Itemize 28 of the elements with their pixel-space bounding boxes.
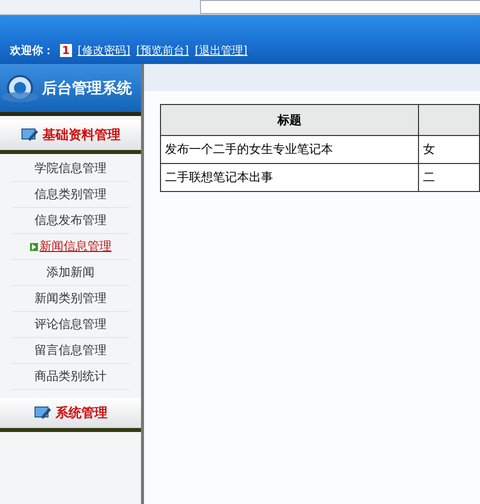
column-header: 标题 [160,104,418,136]
menu-item[interactable]: 新闻信息管理 [12,234,129,260]
address-field[interactable] [200,0,480,14]
menu-item[interactable]: 添加新闻 [12,260,129,286]
menu-item[interactable]: 商品类别统计 [12,364,129,390]
menu-item[interactable]: 新闻类别管理 [12,286,129,312]
arrow-icon [30,242,38,250]
menu-item[interactable]: 信息发布管理 [12,208,129,234]
column-header [418,104,480,136]
username: 1 [60,44,72,57]
table-cell: 女 [418,136,480,164]
logo-title: 后台管理系统 [42,78,132,98]
menu-item[interactable]: 评论信息管理 [12,312,129,338]
table-cell: 发布一个二手的女生专业笔记本 [160,136,418,164]
header-link[interactable]: [预览前台] [136,43,189,58]
table-cell: 二手联想笔记本出事 [160,164,418,192]
header-link[interactable]: [修改密码] [78,43,130,58]
menu-item[interactable]: 学院信息管理 [12,156,129,182]
section-header[interactable]: 系统管理 [0,398,141,432]
globe-icon [0,73,40,103]
welcome-text: 欢迎你： [10,43,54,58]
menu-item[interactable]: 信息类别管理 [12,182,129,208]
menu-item[interactable]: 留言信息管理 [12,338,129,364]
header-link[interactable]: [退出管理] [194,43,248,58]
table-cell: 二 [418,164,480,192]
section-header[interactable]: 基础资料管理 [0,120,141,154]
folder-pen-icon [20,127,38,143]
folder-pen-icon [34,405,52,421]
